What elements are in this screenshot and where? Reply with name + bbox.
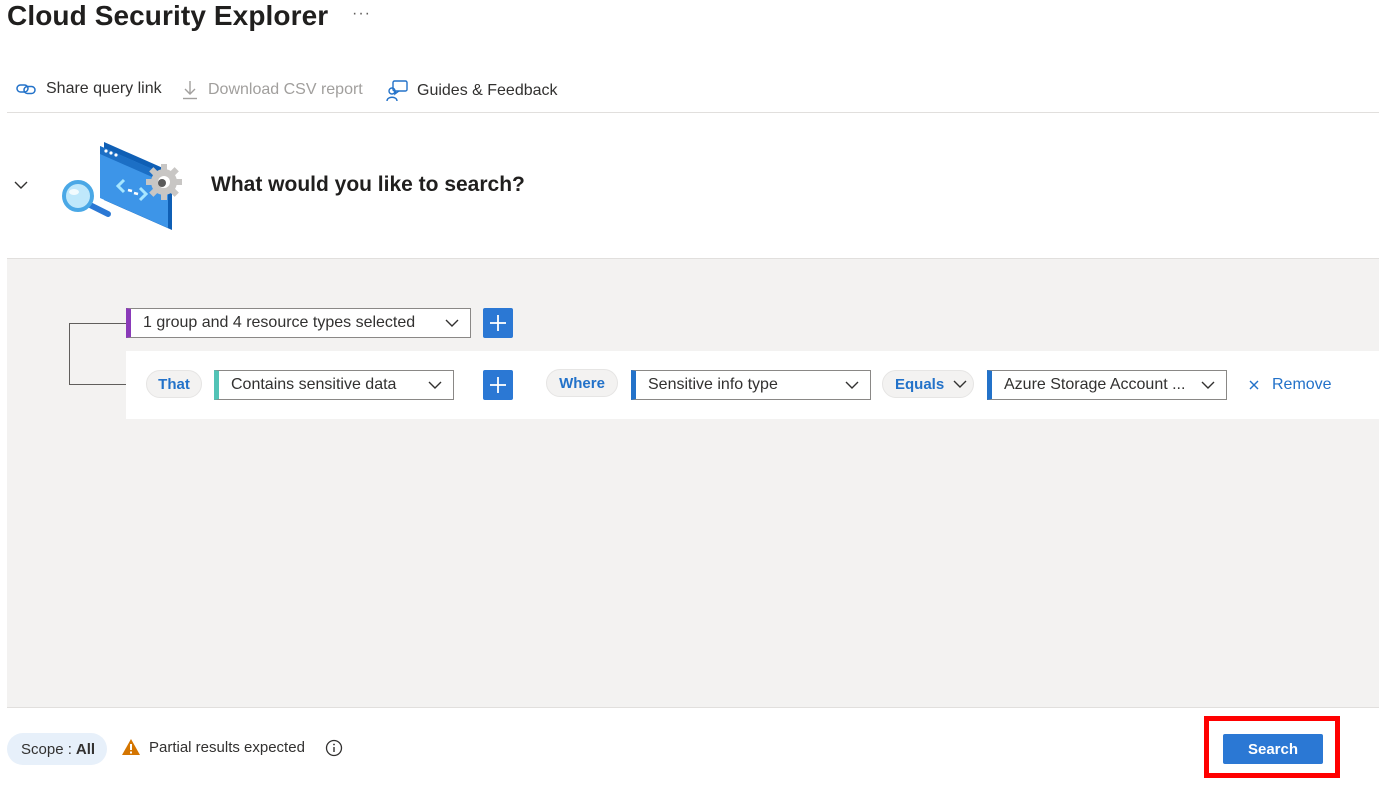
property-dropdown[interactable]: Sensitive info type bbox=[631, 370, 871, 400]
search-prompt-heading: What would you like to search? bbox=[211, 173, 525, 196]
share-query-link-label: Share query link bbox=[46, 80, 162, 97]
add-condition-button[interactable] bbox=[483, 370, 513, 400]
operator-dropdown[interactable]: Equals bbox=[882, 370, 974, 398]
info-icon[interactable] bbox=[325, 739, 343, 757]
chevron-down-icon bbox=[953, 380, 967, 388]
relation-dropdown[interactable]: Contains sensitive data bbox=[214, 370, 454, 400]
chevron-down-icon bbox=[445, 319, 459, 327]
where-label: Where bbox=[559, 374, 605, 392]
person-feedback-icon bbox=[386, 80, 408, 102]
scope-badge[interactable]: Scope : All bbox=[7, 733, 108, 765]
that-label-pill: That bbox=[146, 370, 202, 398]
guides-feedback-label: Guides & Feedback bbox=[417, 82, 558, 99]
partial-results-warning: Partial results expected bbox=[121, 738, 305, 756]
scope-value: All bbox=[75, 740, 96, 758]
remove-condition-button[interactable]: Remove bbox=[1248, 376, 1332, 394]
tree-connector bbox=[69, 323, 70, 385]
value-dropdown[interactable]: Azure Storage Account ... bbox=[987, 370, 1227, 400]
page-title: Cloud Security Explorer bbox=[7, 0, 329, 31]
partial-results-text: Partial results expected bbox=[149, 738, 305, 756]
value-dropdown-value: Azure Storage Account ... bbox=[1004, 376, 1186, 393]
search-code-illustration-icon bbox=[60, 138, 188, 234]
scope-label: Scope : bbox=[21, 740, 72, 758]
close-icon bbox=[1249, 380, 1259, 390]
search-button[interactable]: Search bbox=[1223, 734, 1323, 764]
relation-dropdown-value: Contains sensitive data bbox=[231, 376, 397, 393]
share-query-link-button[interactable]: Share query link bbox=[16, 80, 162, 98]
add-resource-button[interactable] bbox=[483, 308, 513, 338]
chevron-down-icon bbox=[1201, 381, 1215, 389]
plus-icon bbox=[490, 315, 506, 331]
more-options-button[interactable]: ··· bbox=[352, 5, 371, 23]
remove-label: Remove bbox=[1272, 376, 1332, 393]
tree-connector bbox=[69, 384, 127, 385]
chevron-down-icon bbox=[428, 381, 442, 389]
command-bar: Share query link Download CSV report Gui… bbox=[0, 74, 1379, 110]
that-label: That bbox=[158, 375, 190, 393]
operator-dropdown-value: Equals bbox=[895, 375, 945, 393]
chevron-down-icon bbox=[845, 381, 859, 389]
where-label-pill: Where bbox=[546, 369, 618, 397]
download-csv-report-label: Download CSV report bbox=[208, 81, 363, 98]
resource-type-dropdown[interactable]: 1 group and 4 resource types selected bbox=[126, 308, 471, 338]
collapse-chevron-icon[interactable] bbox=[12, 176, 30, 194]
resource-type-dropdown-value: 1 group and 4 resource types selected bbox=[143, 314, 416, 331]
download-icon bbox=[181, 80, 199, 100]
warning-icon bbox=[122, 739, 140, 755]
link-icon bbox=[16, 82, 37, 96]
property-dropdown-value: Sensitive info type bbox=[648, 376, 778, 393]
download-csv-report-button[interactable]: Download CSV report bbox=[181, 80, 363, 100]
toolbar-divider bbox=[7, 112, 1379, 113]
guides-feedback-button[interactable]: Guides & Feedback bbox=[386, 80, 558, 102]
tree-connector bbox=[69, 323, 127, 324]
plus-icon bbox=[490, 377, 506, 393]
